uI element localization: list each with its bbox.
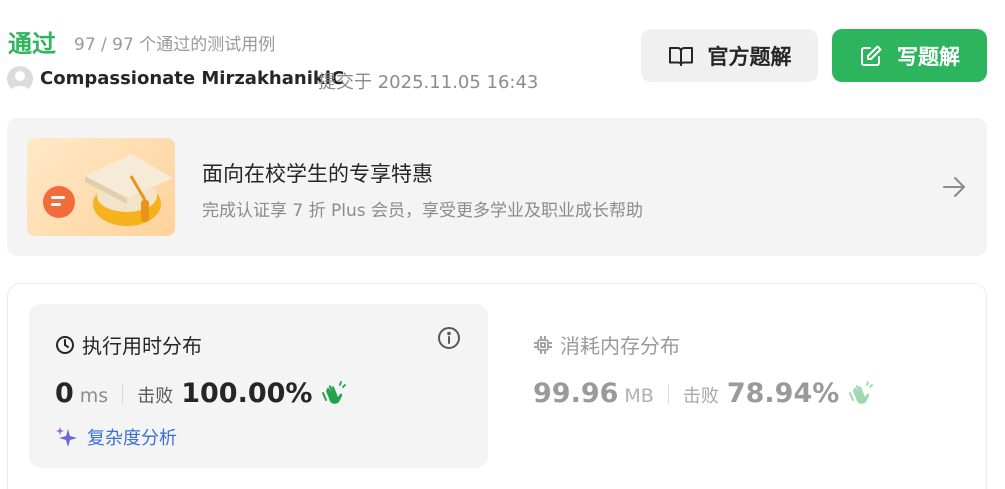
write-solution-label: 写题解	[897, 44, 960, 69]
clapping-hands-icon	[849, 380, 874, 404]
chip-icon	[534, 335, 552, 354]
arrow-right-icon[interactable]	[941, 174, 967, 200]
write-solution-button[interactable]: 写题解	[832, 29, 987, 82]
runtime-unit: ms	[79, 385, 109, 407]
submission-status: 通过	[8, 30, 56, 58]
memory-unit: MB	[624, 385, 654, 407]
official-solution-label: 官方题解	[707, 44, 792, 69]
graduation-cap-icon	[27, 138, 175, 236]
clock-icon	[56, 335, 74, 354]
runtime-panel[interactable]: 执行用时分布 0 ms 击败 100.00% 复杂度分析	[29, 304, 488, 468]
complexity-analysis-link[interactable]: 复杂度分析	[55, 424, 177, 450]
promo-title: 面向在校学生的专享特惠	[202, 162, 433, 186]
runtime-title-row: 执行用时分布	[55, 330, 202, 359]
submitted-time: 提交于 2025.11.05 16:43	[318, 72, 539, 93]
memory-value: 99.96	[533, 378, 619, 409]
runtime-value: 0	[55, 378, 74, 409]
sparkle-icon	[56, 427, 77, 447]
book-icon	[668, 46, 693, 66]
runtime-beats-label: 击败	[137, 386, 174, 407]
promo-subtitle: 完成认证享 7 折 Plus 会员，享受更多学业及职业成长帮助	[202, 201, 644, 221]
divider	[667, 383, 669, 404]
official-solution-button[interactable]: 官方题解	[641, 29, 818, 82]
divider	[122, 383, 124, 404]
info-icon[interactable]	[437, 326, 461, 350]
passed-test-cases: 97 / 97 个通过的测试用例	[74, 35, 276, 55]
runtime-value-row: 0 ms 击败 100.00%	[55, 378, 347, 409]
username[interactable]: Compassionate MirzakhanikiC	[40, 68, 344, 89]
runtime-title: 执行用时分布	[82, 334, 202, 358]
clapping-hands-icon	[322, 380, 347, 404]
memory-beats-label: 击败	[682, 386, 719, 407]
memory-beats-value: 78.94%	[726, 378, 840, 409]
memory-value-row: 99.96 MB 击败 78.94%	[533, 378, 874, 409]
student-promo-banner[interactable]: 面向在校学生的专享特惠 完成认证享 7 折 Plus 会员，享受更多学业及职业成…	[7, 118, 987, 256]
memory-title-row[interactable]: 消耗内存分布	[533, 330, 680, 359]
performance-stats-card: 执行用时分布 0 ms 击败 100.00% 复杂度分析 消耗内存分布 99.9…	[7, 283, 987, 489]
memory-title: 消耗内存分布	[560, 334, 680, 358]
user-avatar-icon[interactable]	[7, 66, 33, 92]
complexity-label: 复杂度分析	[87, 428, 177, 449]
runtime-beats-value: 100.00%	[181, 378, 313, 409]
edit-icon	[861, 45, 882, 66]
